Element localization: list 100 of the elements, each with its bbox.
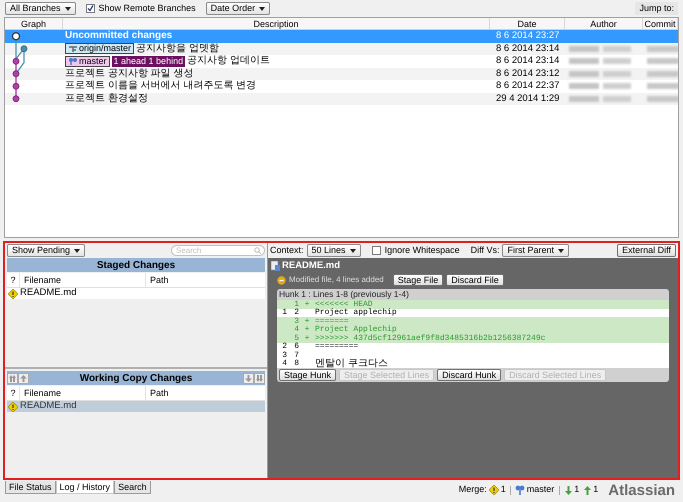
commit-date: 29 4 2014 1:29 bbox=[495, 92, 560, 106]
blurred-text bbox=[569, 70, 599, 77]
blurred-text bbox=[603, 58, 631, 64]
stage-file-button[interactable]: Stage File bbox=[392, 274, 444, 286]
column-header[interactable]: Commit bbox=[643, 18, 678, 29]
warning-icon bbox=[488, 485, 499, 495]
unstage-all-icon bbox=[256, 374, 263, 382]
check-icon bbox=[86, 5, 94, 12]
blurred-text bbox=[569, 58, 599, 64]
caret-icon bbox=[558, 248, 564, 252]
view-tab[interactable]: Log / History bbox=[56, 481, 114, 494]
checkbox-label: Show Remote Branches bbox=[98, 2, 196, 15]
column-header[interactable]: Description bbox=[63, 18, 490, 29]
blurred-text bbox=[569, 83, 599, 90]
document-icon bbox=[271, 261, 280, 272]
file-row[interactable]: README.md bbox=[7, 401, 265, 412]
blurred-text bbox=[647, 83, 678, 90]
commit-message: 공지사항을 업뎃함 bbox=[136, 44, 219, 54]
view-tab[interactable]: File Status bbox=[5, 481, 56, 494]
hunk-title: Hunk 1 : Lines 1-8 (previously 1-4) bbox=[278, 289, 410, 300]
hunk-action-button[interactable]: Discard Hunk bbox=[437, 369, 502, 382]
filter-dropdown[interactable]: Show Pending bbox=[7, 244, 86, 257]
caret-icon bbox=[259, 6, 266, 10]
warning-icon bbox=[8, 288, 18, 298]
blurred-text bbox=[647, 96, 678, 102]
blurred-text bbox=[647, 58, 678, 64]
modified-icon bbox=[277, 276, 286, 285]
local-branch-tag: master bbox=[65, 56, 110, 67]
ahead-count: 1 bbox=[593, 483, 598, 496]
checkbox[interactable] bbox=[372, 246, 381, 255]
stage-all-button[interactable] bbox=[7, 372, 18, 384]
branch-icon bbox=[68, 44, 78, 53]
up-arrow-icon bbox=[584, 486, 592, 494]
warning-icon bbox=[8, 402, 18, 412]
blurred-text bbox=[569, 96, 599, 102]
discard-file-button[interactable]: Discard File bbox=[446, 274, 504, 286]
branch-name: master bbox=[526, 483, 554, 496]
conflict-count: 1 bbox=[500, 483, 506, 496]
commit-message: 프로젝트 환경설정 bbox=[65, 94, 148, 104]
column-header[interactable]: Graph bbox=[5, 18, 63, 29]
blurred-text bbox=[603, 83, 631, 90]
blurred-text bbox=[603, 70, 631, 77]
caret-icon bbox=[64, 6, 71, 10]
commit-message: Uncommitted changes bbox=[65, 31, 172, 42]
unstage-button[interactable] bbox=[243, 372, 254, 384]
context-label: Context: bbox=[270, 244, 304, 257]
stage-icon bbox=[20, 374, 27, 382]
down-arrow-icon bbox=[565, 486, 572, 494]
column-header[interactable]: Filename bbox=[19, 386, 145, 400]
blurred-text bbox=[647, 46, 678, 52]
blurred-text bbox=[603, 46, 631, 52]
search-icon bbox=[254, 247, 261, 254]
ahead-behind-badge: 1 ahead 1 behind bbox=[112, 56, 186, 67]
sort-order-dropdown[interactable]: Date Order bbox=[206, 2, 270, 15]
column-header[interactable]: Author bbox=[565, 18, 643, 29]
caret-icon bbox=[350, 248, 356, 252]
column-header[interactable]: Path bbox=[145, 386, 265, 400]
caret-icon bbox=[74, 248, 80, 252]
column-header[interactable]: Date bbox=[490, 18, 565, 29]
commit-row[interactable]: 프로젝트 공지사항 파일 생성 8 6 2014 23:12 bbox=[5, 68, 678, 80]
section-title: Working Copy Changes bbox=[78, 372, 194, 386]
column-header[interactable]: ? bbox=[7, 273, 19, 287]
column-header[interactable]: Filename bbox=[19, 273, 145, 287]
branch-icon bbox=[68, 57, 78, 66]
column-header[interactable]: Path bbox=[145, 273, 265, 287]
file-summary: Modified file, 4 lines added bbox=[289, 274, 384, 286]
blurred-text bbox=[603, 96, 631, 102]
commit-message: 공지사항 업데이트 bbox=[187, 56, 270, 66]
diff-vs-dropdown[interactable]: First Parent bbox=[502, 244, 569, 257]
commit-row[interactable]: 프로젝트 환경설정 29 4 2014 1:29 bbox=[5, 92, 678, 105]
section-title: Staged Changes bbox=[96, 258, 176, 272]
commit-date: 8 6 2014 23:12 bbox=[495, 66, 560, 81]
view-tab[interactable]: Search bbox=[114, 481, 151, 494]
commit-date: 8 6 2014 23:14 bbox=[495, 54, 560, 68]
checkbox-label: Ignore Whitespace bbox=[384, 244, 460, 257]
commit-date: 8 6 2014 22:37 bbox=[495, 79, 560, 94]
column-header[interactable]: ? bbox=[7, 386, 19, 400]
commit-message: 프로젝트 이름을 서버에서 내려주도록 변경 bbox=[65, 81, 256, 92]
blurred-text bbox=[569, 46, 599, 52]
stage-button[interactable] bbox=[18, 372, 29, 384]
file-row[interactable]: README.md bbox=[7, 288, 265, 299]
commit-date: 8 6 2014 23:27 bbox=[495, 29, 560, 44]
commit-date: 8 6 2014 23:14 bbox=[495, 42, 560, 56]
branch-icon bbox=[514, 485, 525, 495]
file-name: README.md bbox=[282, 259, 340, 273]
hunk-action-button[interactable]: Stage Hunk bbox=[279, 369, 336, 382]
stage-all-icon bbox=[9, 374, 16, 382]
commit-row[interactable]: origin/master 공지사항을 업뎃함 8 6 2014 23:14 bbox=[5, 42, 678, 55]
behind-count: 1 bbox=[574, 483, 580, 496]
jump-to-label: Jump to: bbox=[635, 2, 678, 16]
merge-label: Merge: bbox=[458, 483, 487, 496]
search-field[interactable]: Search bbox=[171, 245, 265, 256]
context-dropdown[interactable]: 50 Lines bbox=[306, 244, 361, 257]
external-diff-button[interactable]: External Diff bbox=[617, 244, 676, 257]
remote-branch-tag: origin/master bbox=[65, 43, 134, 54]
checkbox[interactable] bbox=[86, 4, 95, 13]
unstage-all-button[interactable] bbox=[254, 372, 265, 384]
commit-message: 프로젝트 공지사항 파일 생성 bbox=[65, 68, 194, 79]
unstage-icon bbox=[245, 374, 252, 382]
branch-filter-dropdown[interactable]: All Branches bbox=[5, 2, 76, 15]
